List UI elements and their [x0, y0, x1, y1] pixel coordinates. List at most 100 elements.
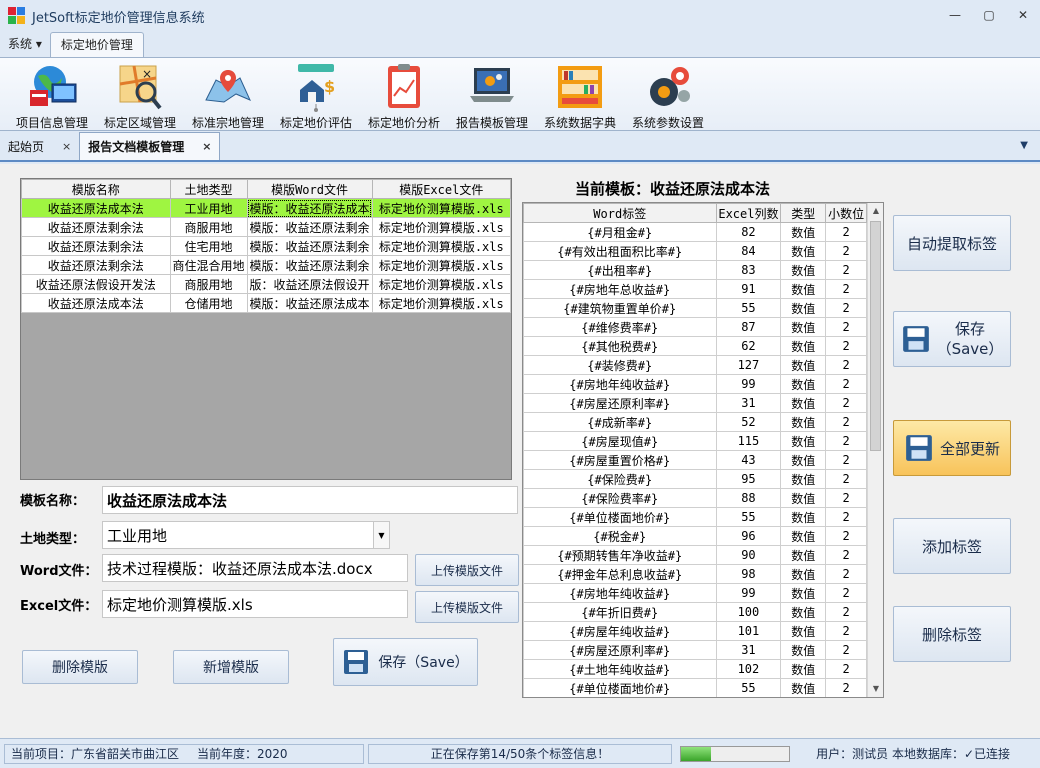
table-row[interactable]: {#年折旧费#} 100 数值 2 — [523, 602, 867, 622]
table-cell[interactable]: 87 — [715, 317, 782, 337]
table-cell[interactable]: 98 — [715, 564, 782, 584]
table-cell[interactable]: 101 — [715, 621, 782, 641]
table-cell[interactable]: 82 — [715, 222, 782, 242]
upload-word-button[interactable]: 上传模版文件 — [415, 554, 519, 586]
table-cell[interactable]: 数值 — [780, 431, 827, 451]
table-cell[interactable]: {#税金#} — [523, 526, 717, 546]
table-cell[interactable]: 商住混合用地 — [169, 255, 248, 275]
table-cell[interactable]: 2 — [825, 469, 867, 489]
ribbon-area-manage[interactable]: × 标定区域管理 — [96, 58, 184, 130]
table-cell[interactable]: {#房屋现值#} — [523, 431, 717, 451]
table-row[interactable]: {#装修费#} 127 数值 2 — [523, 355, 867, 375]
table-row[interactable]: {#单位楼面地价#} 55 数值 2 — [523, 678, 867, 697]
delete-tag-button[interactable]: 删除标签 — [893, 606, 1011, 662]
table-cell[interactable]: 2 — [825, 412, 867, 432]
table-cell[interactable]: 115 — [715, 431, 782, 451]
save-template-button[interactable]: 保存（Save） — [333, 638, 478, 686]
table-row[interactable]: 收益还原法假设开发法 商服用地 版：收益还原法假设开 标定地价测算模版.xls — [21, 274, 512, 294]
table-cell[interactable]: 数值 — [780, 526, 827, 546]
table-cell[interactable]: 62 — [715, 336, 782, 356]
table-cell[interactable]: 83 — [715, 260, 782, 280]
table-row[interactable]: {#月租金#} 82 数值 2 — [523, 222, 867, 242]
table-cell[interactable]: 2 — [825, 260, 867, 280]
save-tags-button[interactable]: 保存 （Save） — [893, 311, 1011, 367]
ribbon-project-info[interactable]: 项目信息管理 — [8, 58, 96, 130]
table-cell[interactable]: 2 — [825, 279, 867, 299]
col-header[interactable]: 小数位 — [825, 203, 867, 223]
add-template-button[interactable]: 新增模版 — [173, 650, 289, 684]
table-cell[interactable]: 91 — [715, 279, 782, 299]
table-cell[interactable]: {#保险费率#} — [523, 488, 717, 508]
table-cell[interactable]: {#押金年总利息收益#} — [523, 564, 717, 584]
table-cell[interactable]: {#房屋还原利率#} — [523, 640, 717, 660]
table-row[interactable]: 收益还原法剩余法 住宅用地 模版：收益还原法剩余 标定地价测算模版.xls — [21, 236, 512, 256]
table-cell[interactable]: {#房地年总收益#} — [523, 279, 717, 299]
table-row[interactable]: {#税金#} 96 数值 2 — [523, 526, 867, 546]
table-row[interactable]: {#房屋还原利率#} 31 数值 2 — [523, 393, 867, 413]
table-cell[interactable]: 数值 — [780, 279, 827, 299]
table-cell[interactable]: 数值 — [780, 564, 827, 584]
table-cell[interactable]: 52 — [715, 412, 782, 432]
table-row[interactable]: {#房地年纯收益#} 99 数值 2 — [523, 374, 867, 394]
table-row[interactable]: {#单位楼面地价#} 55 数值 2 — [523, 507, 867, 527]
table-cell[interactable]: 标定地价测算模版.xls — [371, 198, 512, 218]
table-cell[interactable]: 数值 — [780, 241, 827, 261]
table-cell[interactable]: 收益还原法成本法 — [21, 198, 171, 218]
table-cell[interactable]: 数值 — [780, 412, 827, 432]
delete-template-button[interactable]: 删除模版 — [22, 650, 138, 684]
menu-tab-land-price[interactable]: 标定地价管理 — [49, 32, 144, 57]
table-cell[interactable]: {#土地年纯收益#} — [523, 659, 717, 679]
tag-grid-scrollbar[interactable]: ▲ ▼ — [867, 203, 883, 697]
table-cell[interactable]: 标定地价测算模版.xls — [371, 293, 512, 313]
land-type-select[interactable]: 工业用地 ▼ — [102, 521, 390, 549]
table-cell[interactable]: 127 — [715, 355, 782, 375]
tag-grid[interactable]: Word标签 Excel列数 类型 小数位 {#月租金#} 82 数值 2 {#有效出租… — [522, 202, 884, 698]
tab-report-template[interactable]: 报告文档模板管理 × — [79, 132, 221, 160]
table-cell[interactable]: {#单位楼面地价#} — [523, 678, 717, 697]
ribbon-price-analyze[interactable]: 标定地价分析 — [360, 58, 448, 130]
table-cell[interactable]: {#装修费#} — [523, 355, 717, 375]
table-row[interactable]: {#押金年总利息收益#} 98 数值 2 — [523, 564, 867, 584]
table-cell[interactable]: {#保险费#} — [523, 469, 717, 489]
table-cell[interactable]: 数值 — [780, 374, 827, 394]
table-row[interactable]: {#保险费率#} 88 数值 2 — [523, 488, 867, 508]
ribbon-data-dictionary[interactable]: 系统数据字典 — [536, 58, 624, 130]
table-row[interactable]: {#房地年纯收益#} 99 数值 2 — [523, 583, 867, 603]
table-cell[interactable]: 2 — [825, 564, 867, 584]
table-cell[interactable]: {#房地年纯收益#} — [523, 374, 717, 394]
tab-start-page[interactable]: 起始页 × — [0, 132, 79, 160]
table-cell[interactable]: 55 — [715, 678, 782, 697]
table-cell[interactable]: 31 — [715, 640, 782, 660]
ribbon-parcel-manage[interactable]: 标准宗地管理 — [184, 58, 272, 130]
table-cell[interactable]: 数值 — [780, 393, 827, 413]
table-cell[interactable]: 95 — [715, 469, 782, 489]
table-row[interactable]: 收益还原法成本法 工业用地 模版：收益还原法成本 标定地价测算模版.xls — [21, 198, 512, 218]
table-cell[interactable]: 模版：收益还原法剩余 — [246, 255, 373, 275]
table-row[interactable]: {#成新率#} 52 数值 2 — [523, 412, 867, 432]
table-cell[interactable]: 数值 — [780, 659, 827, 679]
table-row[interactable]: {#有效出租面积比率#} 84 数值 2 — [523, 241, 867, 261]
table-cell[interactable]: 2 — [825, 621, 867, 641]
table-cell[interactable]: 收益还原法剩余法 — [21, 255, 171, 275]
close-tab-icon[interactable]: × — [202, 140, 211, 153]
table-cell[interactable]: 版：收益还原法假设开 — [246, 274, 373, 294]
table-cell[interactable]: 标定地价测算模版.xls — [371, 274, 512, 294]
table-row[interactable]: {#出租率#} 83 数值 2 — [523, 260, 867, 280]
menu-system[interactable]: 系统 ▾ — [0, 32, 50, 57]
table-cell[interactable]: {#房屋重置价格#} — [523, 450, 717, 470]
table-cell[interactable]: 收益还原法剩余法 — [21, 236, 171, 256]
table-cell[interactable]: 模版：收益还原法成本 — [246, 293, 373, 313]
col-header[interactable]: 土地类型 — [169, 179, 248, 199]
table-cell[interactable]: 数值 — [780, 222, 827, 242]
table-cell[interactable]: {#单位楼面地价#} — [523, 507, 717, 527]
table-cell[interactable]: {#有效出租面积比率#} — [523, 241, 717, 261]
table-cell[interactable]: 标定地价测算模版.xls — [371, 217, 512, 237]
table-cell[interactable]: 2 — [825, 241, 867, 261]
update-all-button[interactable]: 全部更新 — [893, 420, 1011, 476]
auto-extract-button[interactable]: 自动提取标签 — [893, 215, 1011, 271]
table-cell[interactable]: 数值 — [780, 260, 827, 280]
col-header[interactable]: 类型 — [780, 203, 827, 223]
table-cell[interactable]: 2 — [825, 450, 867, 470]
table-cell[interactable]: 商服用地 — [169, 217, 248, 237]
table-cell[interactable]: 55 — [715, 298, 782, 318]
